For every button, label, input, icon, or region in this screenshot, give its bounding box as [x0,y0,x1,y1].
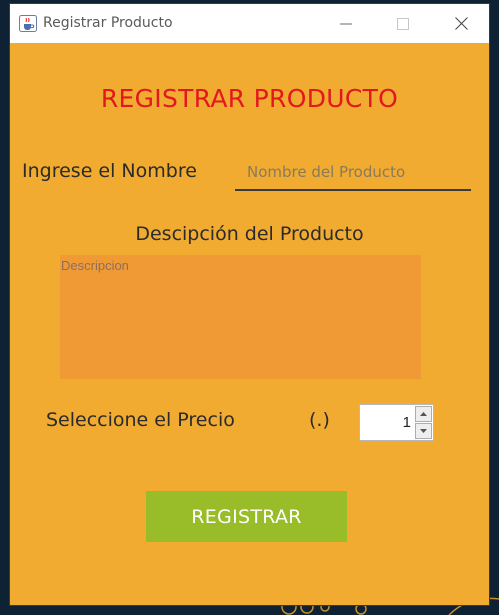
name-label: Ingrese el Nombre [22,160,197,182]
maximize-icon [397,17,409,30]
description-label: Descipción del Producto [135,223,364,245]
close-button[interactable] [438,4,484,43]
price-spinner-value[interactable]: 1 [403,405,411,440]
java-coffee-icon [19,15,37,32]
registrar-producto-window: Registrar Producto REGISTRAR PRODUCTO In… [9,3,490,606]
window-titlebar[interactable]: Registrar Producto [10,4,489,43]
price-unit-label: (.) [309,409,330,431]
triangle-up-icon [420,412,427,416]
close-icon [454,17,468,30]
price-label: Seleccione el Precio [46,409,235,431]
price-spinner[interactable]: 1 [359,404,434,441]
triangle-down-icon [420,429,427,433]
price-decrement-button[interactable] [415,423,432,439]
price-increment-button[interactable] [415,406,432,422]
window-title: Registrar Producto [43,15,173,31]
product-description-textarea[interactable] [60,255,421,379]
register-button[interactable]: REGISTRAR [146,491,347,542]
product-name-input[interactable] [235,155,471,191]
minimize-button[interactable] [323,4,369,43]
maximize-button[interactable] [380,4,426,43]
minimize-icon [340,23,352,24]
form-heading: REGISTRAR PRODUCTO [100,84,399,113]
